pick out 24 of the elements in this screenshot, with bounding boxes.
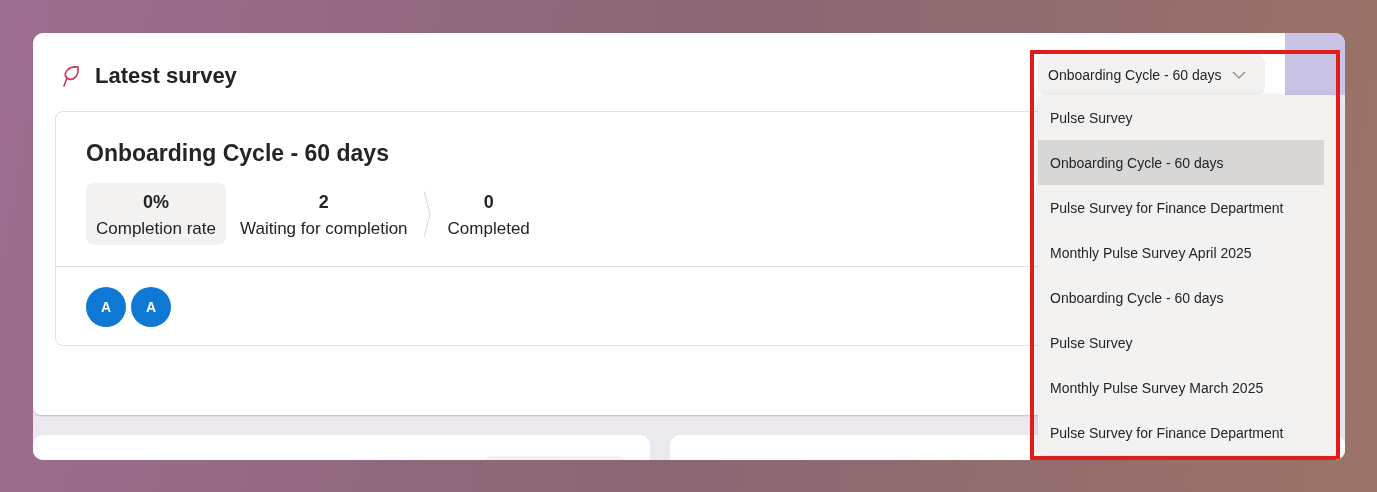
- survey-dropdown[interactable]: Onboarding Cycle - 60 days: [1038, 55, 1265, 95]
- dropdown-option[interactable]: Monthly Pulse Survey April 2025: [1038, 230, 1324, 275]
- stat-value: 0%: [143, 192, 169, 213]
- stat-label: Waiting for completion: [240, 219, 408, 239]
- survey-title: Onboarding Cycle - 60 days: [86, 140, 389, 167]
- avatar[interactable]: A: [131, 287, 171, 327]
- dropdown-option[interactable]: Pulse Survey: [1038, 320, 1324, 365]
- dropdown-option[interactable]: Onboarding Cycle - 60 days: [1038, 140, 1324, 185]
- stat-tile[interactable]: 2 Waiting for completion: [230, 183, 418, 245]
- dropdown-option[interactable]: Monthly Pulse Survey March 2025: [1038, 365, 1324, 410]
- dropdown-option[interactable]: Pulse Survey for Finance Department: [1038, 410, 1324, 455]
- stat-tile[interactable]: 0% Completion rate: [86, 183, 226, 245]
- stat-label: Completed: [447, 219, 530, 239]
- stat-label: Completion rate: [96, 219, 216, 239]
- dropdown-option[interactable]: Onboarding Cycle - 60 days: [1038, 275, 1324, 320]
- section-title: Latest survey: [95, 63, 237, 89]
- stat-value: 2: [318, 192, 329, 213]
- dropdown-option[interactable]: Pulse Survey: [1038, 95, 1324, 140]
- stat-value: 0: [483, 192, 494, 213]
- stat-tile[interactable]: 0 Completed: [437, 183, 540, 245]
- chevron-separator-icon: [421, 189, 434, 239]
- avatar[interactable]: A: [86, 287, 126, 327]
- dropdown-option[interactable]: Pulse Survey for Finance Department: [1038, 185, 1324, 230]
- side-panel: [1285, 33, 1345, 95]
